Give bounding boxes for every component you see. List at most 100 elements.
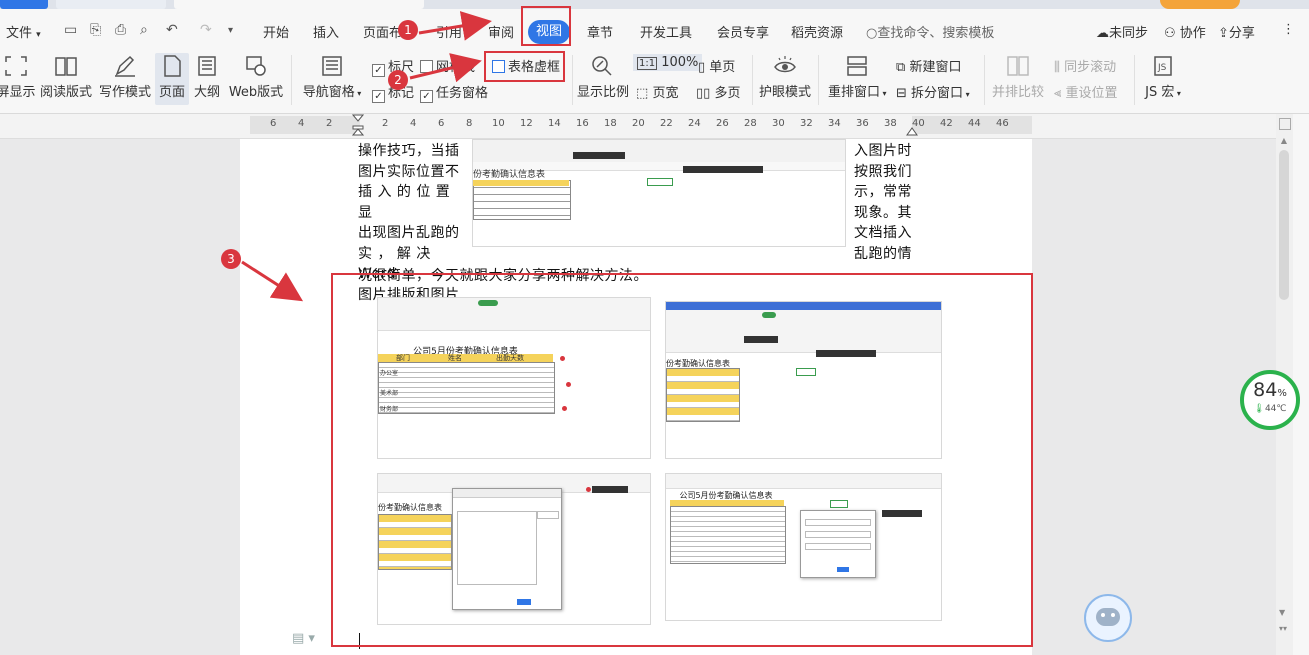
- ruler-tick: 18: [604, 118, 617, 129]
- ruler-tick: 6: [438, 118, 445, 129]
- redo-icon[interactable]: ↷: [200, 22, 212, 38]
- scroll-up-icon[interactable]: ▲: [1279, 136, 1289, 146]
- new-window-icon: ⧉: [896, 60, 906, 75]
- document-tab-active[interactable]: [174, 0, 424, 9]
- inline-screenshot-top[interactable]: 份考勤确认信息表: [472, 139, 846, 247]
- annotation-number: 1: [398, 20, 418, 40]
- ribbon-separator: [572, 55, 573, 105]
- ribbon-separator: [818, 55, 819, 105]
- horizontal-ruler[interactable]: 6 4 2 2 4 6 8 10 12 14 16 18 20 22 24 26…: [0, 114, 1309, 139]
- js-macro-button[interactable]: JS JS 宏 ▾: [1142, 55, 1184, 100]
- single-page-icon: ▯: [698, 60, 706, 75]
- indent-marker-icon[interactable]: [352, 114, 364, 136]
- task-pane-checkbox[interactable]: ✓ 任务窗格: [420, 82, 488, 103]
- magnifier-icon: [592, 56, 612, 76]
- more-menu-icon[interactable]: ⋮: [1282, 22, 1295, 37]
- page-down-icon[interactable]: ▾▾: [1279, 624, 1287, 633]
- ruler-tick: 36: [856, 118, 869, 129]
- ruler-tick: 2: [382, 118, 389, 129]
- new-window-button[interactable]: ⧉ 新建窗口: [896, 56, 961, 75]
- reset-position-button[interactable]: ⫷ 重设位置: [1054, 82, 1118, 101]
- eye-icon: [774, 56, 796, 73]
- collab-button[interactable]: ⚇ 协作: [1164, 22, 1206, 41]
- ruler-tick: 14: [548, 118, 561, 129]
- scrollbar-thumb[interactable]: [1279, 150, 1289, 300]
- tab-insert[interactable]: 插入: [313, 22, 339, 41]
- share-button[interactable]: ⇪分享: [1218, 22, 1255, 41]
- fullscreen-icon: [5, 56, 27, 76]
- thermometer-icon: 🌡: [1253, 404, 1265, 414]
- tab-review[interactable]: 审阅: [488, 22, 514, 41]
- quick-access-dropdown-icon[interactable]: ▾: [228, 25, 233, 36]
- print-preview-icon[interactable]: ⌕: [140, 22, 148, 38]
- check-icon: ✓: [372, 90, 385, 103]
- split-window-icon: ⊟: [896, 86, 907, 101]
- nav-pane-button[interactable]: 导航窗格 ▾: [302, 55, 362, 100]
- single-page-button[interactable]: ▯ 单页: [698, 56, 735, 75]
- annotation-number: 3: [221, 249, 241, 269]
- zoom-button[interactable]: 显示比例: [577, 55, 629, 100]
- outline-view-button[interactable]: 大纲: [192, 55, 222, 100]
- tab-developer[interactable]: 开发工具: [640, 22, 692, 41]
- page-width-button[interactable]: ⬚ 页宽: [636, 82, 678, 101]
- tab-member[interactable]: 会员专享: [717, 22, 769, 41]
- command-search[interactable]: ○查找命令、搜索模板: [866, 22, 994, 41]
- multi-page-button[interactable]: ▯▯ 多页: [696, 82, 740, 101]
- ribbon-separator: [752, 55, 753, 105]
- window-tab-bar: [0, 0, 1309, 9]
- performance-badge[interactable]: 84% 🌡44℃: [1240, 370, 1300, 430]
- ruler-tick: 26: [716, 118, 729, 129]
- tab-start[interactable]: 开始: [263, 22, 289, 41]
- rearrange-window-button[interactable]: 重排窗口 ▾: [828, 55, 887, 100]
- eye-protect-button[interactable]: 护眼模式: [759, 55, 811, 100]
- side-by-side-button[interactable]: 并排比较: [992, 55, 1044, 100]
- sync-scroll-button[interactable]: ⫼ 同步滚动: [1054, 56, 1116, 75]
- tab-docer[interactable]: 稻壳资源: [791, 22, 843, 41]
- view-toggle-icon[interactable]: [1279, 118, 1291, 130]
- tab-references[interactable]: 引用: [436, 22, 462, 41]
- ruler-tick: 20: [632, 118, 645, 129]
- file-menu[interactable]: 文件 ▾: [6, 22, 41, 41]
- svg-text:JS: JS: [1157, 63, 1167, 73]
- ruler-tick: 46: [996, 118, 1009, 129]
- scroll-down-icon[interactable]: ▼: [1279, 608, 1285, 617]
- split-window-button[interactable]: ⊟ 拆分窗口 ▾: [896, 82, 970, 101]
- ruler-tick: 16: [576, 118, 589, 129]
- member-badge[interactable]: [1160, 0, 1240, 9]
- zoom-100-button[interactable]: 1:1 100%: [633, 54, 703, 71]
- print-icon[interactable]: ⎙: [115, 22, 126, 38]
- share-icon: ⇪: [1218, 26, 1229, 41]
- document-tab-1[interactable]: [56, 0, 166, 9]
- tab-chapter[interactable]: 章节: [587, 22, 613, 41]
- tab-page-layout[interactable]: 页面布: [363, 22, 402, 41]
- read-mode-button[interactable]: 阅读版式: [40, 55, 92, 100]
- ruler-tick: 38: [884, 118, 897, 129]
- assistant-mascot-icon[interactable]: [1084, 594, 1132, 642]
- ruler-tick: 42: [940, 118, 953, 129]
- ruler-tick: 4: [298, 118, 305, 129]
- ruler-tick: 28: [744, 118, 757, 129]
- check-icon: ✓: [420, 90, 433, 103]
- ruler-tick: 22: [660, 118, 673, 129]
- badge-percent: 84: [1253, 379, 1278, 401]
- annotation-box-images: [331, 273, 1033, 647]
- save-icon[interactable]: ▭: [64, 22, 77, 38]
- web-view-button[interactable]: Web版式: [228, 55, 284, 100]
- windows-stack-icon: [847, 56, 867, 76]
- write-mode-button[interactable]: 写作模式: [99, 55, 151, 100]
- page-view-button[interactable]: 页面: [155, 53, 189, 105]
- gridlines-checkbox[interactable]: 网格线: [420, 56, 475, 75]
- sync-status[interactable]: ☁未同步: [1096, 22, 1148, 41]
- ruler-tick: 44: [968, 118, 981, 129]
- paragraph-layout-icon[interactable]: ▤ ▾: [292, 631, 315, 646]
- right-indent-marker-icon[interactable]: [906, 122, 918, 136]
- home-tab[interactable]: [0, 0, 48, 9]
- ruler-tick: 8: [466, 118, 473, 129]
- undo-icon[interactable]: ↶: [166, 22, 178, 38]
- annotation-box-table-gridlines: [484, 51, 565, 82]
- cloud-icon: ☁: [1096, 26, 1109, 41]
- fullscreen-button[interactable]: 屏显示: [0, 55, 36, 100]
- annotation-box-view-tab: [521, 6, 571, 46]
- multi-page-icon: ▯▯: [696, 86, 711, 101]
- export-pdf-icon[interactable]: ⎘: [90, 22, 101, 38]
